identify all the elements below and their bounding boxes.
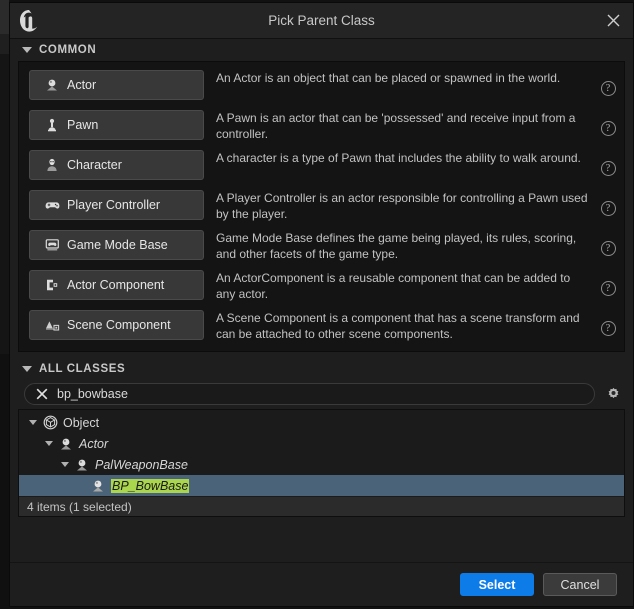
gamepad-icon (44, 197, 60, 213)
tree-caret-placeholder (73, 475, 89, 496)
question-mark-icon[interactable]: ? (596, 268, 620, 308)
class-label: Scene Component (67, 318, 171, 332)
common-section-title: COMMON (39, 44, 97, 56)
class-label: Player Controller (67, 198, 161, 212)
common-classes-panel: Actor An Actor is an object that can be … (18, 61, 625, 352)
question-mark-icon[interactable]: ? (596, 68, 620, 108)
chevron-down-icon[interactable] (41, 433, 57, 454)
search-input[interactable]: bp_bowbase (24, 383, 595, 405)
class-label: Pawn (67, 118, 99, 132)
dialog-titlebar[interactable]: Pick Parent Class (10, 3, 633, 39)
dialog-title: Pick Parent Class (268, 13, 375, 28)
class-label: Game Mode Base (67, 238, 168, 252)
class-description: A Pawn is an actor that can be 'possesse… (216, 111, 576, 141)
question-mark-icon[interactable]: ? (596, 148, 620, 188)
footer-spacer (10, 517, 633, 562)
all-classes-section-header[interactable]: ALL CLASSES (10, 358, 633, 380)
background-window-sliver (0, 0, 9, 609)
chevron-down-icon[interactable] (22, 366, 32, 372)
class-row: Player Controller A Player Controller is… (19, 186, 624, 226)
actor-icon (89, 477, 107, 495)
class-button-actor[interactable]: Actor (29, 70, 204, 100)
search-input-value: bp_bowbase (57, 387, 128, 401)
tree-item-bp-bowbase[interactable]: BP_BowBase (19, 475, 624, 496)
search-row: bp_bowbase (18, 380, 625, 409)
chevron-down-icon[interactable] (22, 47, 32, 53)
unreal-engine-logo-icon (10, 3, 44, 39)
gear-icon[interactable] (601, 383, 625, 405)
question-mark-icon[interactable]: ? (596, 108, 620, 148)
dialog-footer: Select Cancel (10, 562, 633, 606)
class-description: A character is a type of Pawn that inclu… (216, 151, 581, 165)
tree-status-bar: 4 items (1 selected) (18, 497, 625, 517)
class-button-pawn[interactable]: Pawn (29, 110, 204, 140)
pick-parent-class-dialog: Pick Parent Class COMMON Actor An Actor … (9, 2, 634, 607)
item-count-text: 4 items (1 selected) (27, 499, 132, 514)
tree-item-palweaponbase[interactable]: PalWeaponBase (19, 454, 624, 475)
class-label: Character (67, 158, 122, 172)
actor-icon (73, 456, 91, 474)
tree-item-label: Object (63, 415, 100, 430)
character-icon (44, 157, 60, 173)
all-classes-section-title: ALL CLASSES (39, 363, 126, 375)
actor-icon (44, 77, 60, 93)
close-icon[interactable] (599, 7, 627, 35)
select-button[interactable]: Select (460, 573, 534, 596)
common-section-header[interactable]: COMMON (10, 39, 633, 61)
actor-component-icon (44, 277, 60, 293)
tree-item-label: Actor (79, 436, 109, 451)
cancel-button[interactable]: Cancel (543, 573, 617, 596)
chevron-down-icon[interactable] (57, 454, 73, 475)
class-button-actor-component[interactable]: Actor Component (29, 270, 204, 300)
class-row: Character A character is a type of Pawn … (19, 146, 624, 186)
class-button-character[interactable]: Character (29, 150, 204, 180)
tree-item-label: PalWeaponBase (95, 457, 188, 472)
all-classes-panel: bp_bowbase Object Actor PalWeaponBase BP… (18, 380, 625, 517)
class-tree: Object Actor PalWeaponBase BP_BowBase (18, 409, 625, 497)
class-description: An ActorComponent is a reusable componen… (216, 271, 571, 301)
class-button-game-mode-base[interactable]: Game Mode Base (29, 230, 204, 260)
class-button-player-controller[interactable]: Player Controller (29, 190, 204, 220)
chevron-down-icon[interactable] (25, 412, 41, 433)
class-row: Actor An Actor is an object that can be … (19, 66, 624, 106)
pawn-icon (44, 117, 60, 133)
class-row: Game Mode Base Game Mode Base defines th… (19, 226, 624, 266)
class-description: An Actor is an object that can be placed… (216, 71, 561, 85)
class-label: Actor (67, 78, 97, 92)
class-button-scene-component[interactable]: Scene Component (29, 310, 204, 340)
object-icon (41, 414, 59, 432)
class-row: Actor Component An ActorComponent is a r… (19, 266, 624, 306)
class-description: A Scene Component is a component that ha… (216, 311, 580, 341)
question-mark-icon[interactable]: ? (596, 228, 620, 268)
scene-component-icon (44, 317, 60, 333)
tree-item-label: BP_BowBase (111, 478, 190, 493)
question-mark-icon[interactable]: ? (596, 308, 620, 348)
class-description: Game Mode Base defines the game being pl… (216, 231, 577, 261)
question-mark-icon[interactable]: ? (596, 188, 620, 228)
clear-x-icon[interactable] (36, 388, 48, 400)
game-mode-icon (44, 237, 60, 253)
tree-item-actor[interactable]: Actor (19, 433, 624, 454)
class-label: Actor Component (67, 278, 165, 292)
actor-icon (57, 435, 75, 453)
class-row: Scene Component A Scene Component is a c… (19, 306, 624, 346)
class-row: Pawn A Pawn is an actor that can be 'pos… (19, 106, 624, 146)
class-description: A Player Controller is an actor responsi… (216, 191, 588, 221)
tree-item-object[interactable]: Object (19, 412, 624, 433)
